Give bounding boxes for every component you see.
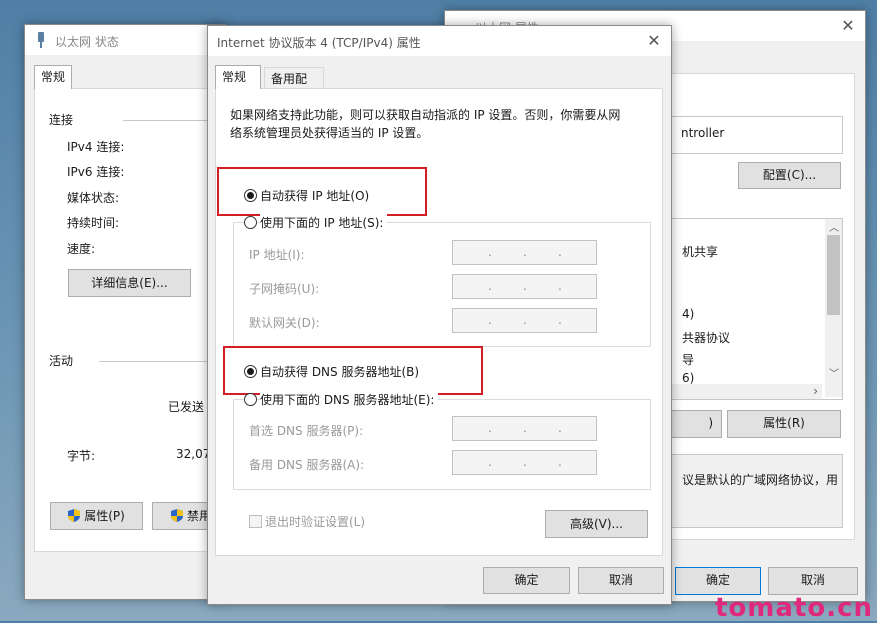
list-item[interactable]: 共器协议	[682, 329, 730, 346]
manual-ip-radio[interactable]	[244, 216, 257, 229]
ok-button[interactable]: 确定	[675, 567, 761, 595]
list-item[interactable]: 导	[682, 351, 694, 368]
list-item[interactable]: 4)	[682, 307, 694, 321]
auto-dns-label[interactable]: 自动获得 DNS 服务器地址(B)	[260, 363, 419, 380]
general-panel: 如果网络支持此功能，则可以获取自动指派的 IP 设置。否则，你需要从网 络系统管…	[215, 88, 663, 556]
manual-dns-label[interactable]: 使用下面的 DNS 服务器地址(E):	[260, 391, 439, 408]
description-line-1: 如果网络支持此功能，则可以获取自动指派的 IP 设置。否则，你需要从网	[230, 108, 621, 122]
ipv6-label: IPv6 连接:	[67, 165, 125, 179]
properties-button-label: 属性(P)	[84, 509, 125, 523]
properties-button[interactable]: 属性(R)	[727, 410, 841, 438]
advanced-button[interactable]: 高级(V)...	[545, 510, 648, 538]
uac-shield-icon	[171, 509, 183, 522]
close-icon[interactable]: ✕	[837, 15, 859, 37]
configure-button[interactable]: 配置(C)...	[738, 162, 841, 189]
validate-on-exit-checkbox[interactable]	[249, 515, 262, 528]
sent-label: 已发送	[168, 400, 205, 414]
cancel-button[interactable]: 取消	[578, 567, 664, 594]
description-line-2: 络系统管理员处获得适当的 IP 设置。	[230, 126, 429, 140]
validate-on-exit-label[interactable]: 退出时验证设置(L)	[265, 513, 365, 530]
chevron-right-icon[interactable]: ›	[813, 384, 818, 398]
close-icon[interactable]: ✕	[643, 30, 665, 52]
list-item[interactable]: 机共享	[682, 243, 718, 260]
ipv4-properties-dialog: Internet 协议版本 4 (TCP/IPv4) 属性 ✕ 常规 备用配置 …	[207, 25, 672, 605]
default-gateway-field[interactable]: ...	[452, 308, 597, 333]
adapter-name: ntroller	[681, 126, 725, 140]
ok-button[interactable]: 确定	[483, 567, 570, 594]
window-title: 以太网 状态	[55, 35, 119, 49]
preferred-dns-label: 首选 DNS 服务器(P):	[249, 424, 364, 438]
subnet-mask-field[interactable]: ...	[452, 274, 597, 299]
bytes-label: 字节:	[67, 449, 96, 463]
title-bar[interactable]: 以太网 状态	[25, 25, 225, 55]
bytes-sent-value: 32,07	[176, 447, 211, 461]
ethernet-status-window: 以太网 状态 常规 连接 IPv4 连接: IPv6 连接: 媒体状态: 持续时…	[24, 24, 243, 600]
network-adapter-icon	[38, 32, 44, 48]
speed-label: 速度:	[67, 242, 96, 256]
properties-button[interactable]: 属性(P)	[50, 502, 143, 530]
subnet-mask-label: 子网掩码(U):	[249, 282, 320, 296]
ip-address-field[interactable]: ...	[452, 240, 597, 265]
chevron-down-icon[interactable]: ﹀	[829, 365, 839, 380]
general-panel: 连接 IPv4 连接: IPv6 连接: 媒体状态: 持续时间: 速度: 详细信…	[34, 88, 243, 552]
manual-dns-group	[233, 399, 651, 490]
cancel-button[interactable]: 取消	[768, 567, 858, 595]
activity-heading: 活动	[49, 354, 74, 368]
list-item[interactable]: 6)	[682, 371, 694, 385]
tab-alternate-configuration[interactable]: 备用配置	[264, 67, 324, 108]
tab-general[interactable]: 常规	[34, 65, 73, 89]
preferred-dns-field[interactable]: ...	[452, 416, 597, 441]
ipv4-label: IPv4 连接:	[67, 140, 125, 154]
alternate-dns-label: 备用 DNS 服务器(A):	[249, 458, 365, 472]
manual-ip-label[interactable]: 使用下面的 IP 地址(S):	[260, 214, 388, 231]
chevron-up-icon[interactable]: ︿	[829, 219, 839, 234]
default-gateway-label: 默认网关(D):	[249, 316, 320, 330]
window-title: Internet 协议版本 4 (TCP/IPv4) 属性	[217, 36, 421, 50]
manual-dns-radio[interactable]	[244, 393, 257, 406]
media-label: 媒体状态:	[67, 191, 120, 205]
description-text: 议是默认的广域网络协议，用	[682, 473, 839, 487]
duration-label: 持续时间:	[67, 216, 120, 230]
uac-shield-icon	[68, 509, 81, 522]
tab-general[interactable]: 常规	[215, 65, 261, 89]
scrollbar-thumb[interactable]	[827, 235, 840, 315]
watermark: tomato.cn	[714, 593, 873, 623]
auto-ip-label[interactable]: 自动获得 IP 地址(O)	[260, 187, 369, 204]
connection-heading: 连接	[49, 113, 74, 127]
ip-address-label: IP 地址(I):	[249, 248, 305, 262]
alternate-dns-field[interactable]: ...	[452, 450, 597, 475]
title-bar[interactable]: Internet 协议版本 4 (TCP/IPv4) 属性 ✕	[208, 26, 671, 56]
auto-dns-radio[interactable]	[244, 365, 257, 378]
details-button[interactable]: 详细信息(E)...	[68, 269, 191, 297]
vertical-scrollbar[interactable]: ︿ ﹀	[825, 219, 842, 397]
auto-ip-radio[interactable]	[244, 189, 257, 202]
